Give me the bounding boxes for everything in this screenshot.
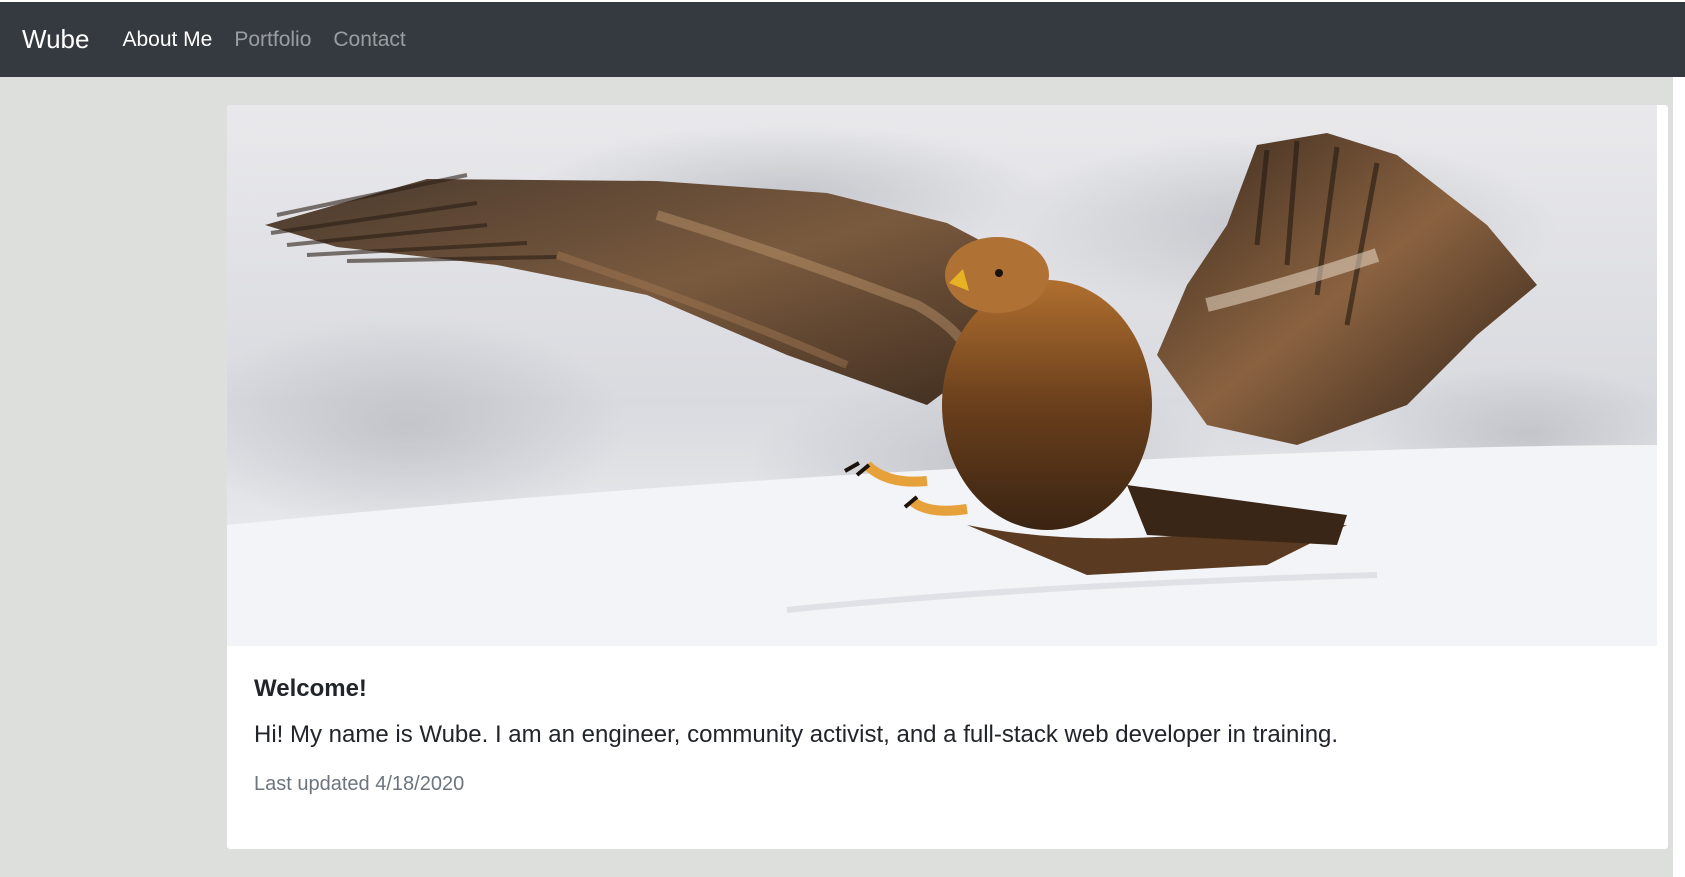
nav-link-about-me[interactable]: About Me <box>122 28 212 52</box>
brand-link[interactable]: Wube <box>22 24 89 55</box>
eagle-photo <box>227 105 1657 646</box>
top-navbar: Wube About Me Portfolio Contact <box>0 0 1685 77</box>
right-edge-strip <box>1673 77 1685 877</box>
card-title: Welcome! <box>254 675 367 702</box>
welcome-card: Welcome! Hi! My name is Wube. I am an en… <box>226 104 1669 850</box>
card-text: Hi! My name is Wube. I am an engineer, c… <box>254 721 1339 748</box>
card-body: Welcome! Hi! My name is Wube. I am an en… <box>254 675 1634 796</box>
nav-link-contact[interactable]: Contact <box>333 28 405 52</box>
nav-link-portfolio[interactable]: Portfolio <box>234 28 311 52</box>
last-updated-text: Last updated 4/18/2020 <box>254 773 465 795</box>
